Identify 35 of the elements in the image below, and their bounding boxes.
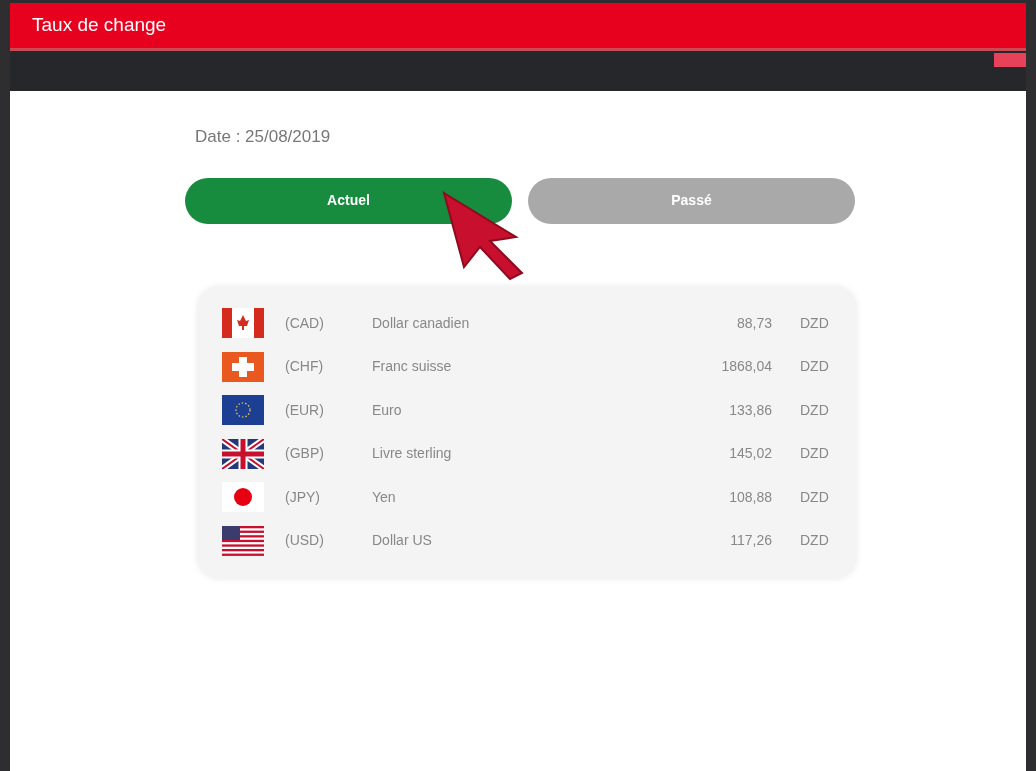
canada-flag-icon xyxy=(222,308,264,339)
currency-code: (GBP) xyxy=(285,444,325,464)
currency-code: (JPY) xyxy=(285,487,321,507)
date-label: Date : 25/08/2019 xyxy=(195,126,332,148)
currency-unit: DZD xyxy=(800,444,829,464)
currency-name: Yen xyxy=(372,487,397,507)
currency-unit: DZD xyxy=(800,400,829,420)
currency-code: (EUR) xyxy=(285,400,325,420)
currency-code: (CHF) xyxy=(285,357,325,377)
tab[interactable]: Actuel xyxy=(185,177,512,224)
rate-value: 117,26 xyxy=(729,531,772,551)
tab[interactable]: Passé xyxy=(528,177,855,224)
rate-value: 1868,04 xyxy=(720,357,772,377)
swiss-flag-icon xyxy=(222,351,264,382)
us-flag-icon xyxy=(222,525,264,556)
uk-flag-icon xyxy=(222,438,264,469)
currency-unit: DZD xyxy=(800,313,829,333)
currency-unit: DZD xyxy=(800,531,829,551)
currency-name: Livre sterling xyxy=(372,444,453,464)
eu-flag-icon xyxy=(222,395,264,426)
japan-flag-icon xyxy=(222,482,264,513)
currency-code: (USD) xyxy=(285,531,325,551)
currency-name: Dollar canadien xyxy=(372,313,471,333)
currency-unit: DZD xyxy=(800,487,829,507)
currency-name: Franc suisse xyxy=(372,357,453,377)
rate-value: 108,88 xyxy=(728,487,772,507)
rate-value: 133,86 xyxy=(728,400,772,420)
currency-name: Dollar US xyxy=(372,531,433,551)
currency-unit: DZD xyxy=(800,357,829,377)
currency-code: (CAD) xyxy=(285,313,325,333)
rate-value: 145,02 xyxy=(728,444,772,464)
rate-value: 88,73 xyxy=(735,313,772,333)
cursor-arrow-icon xyxy=(442,191,526,281)
currency-name: Euro xyxy=(372,400,403,420)
page-title: Taux de change xyxy=(32,13,167,38)
